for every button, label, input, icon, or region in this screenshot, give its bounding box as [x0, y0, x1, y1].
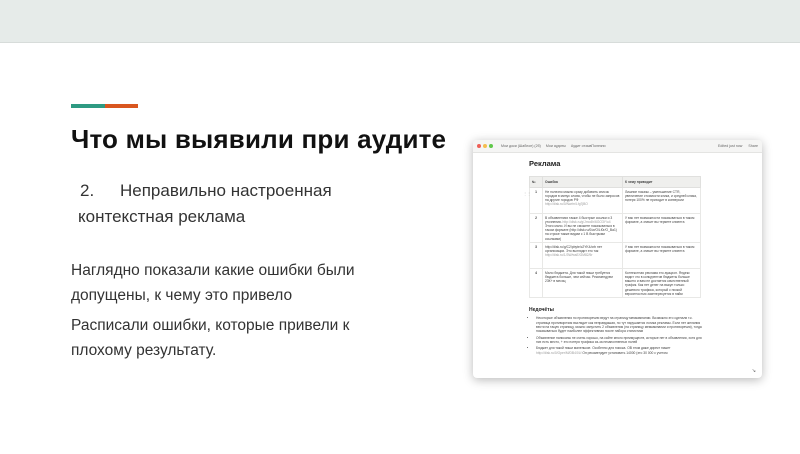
top-band [0, 0, 800, 43]
table-row: 1 Не полезно можно сразу добавить список… [529, 187, 701, 214]
breadcrumb-item: Мои доки (Шаблон) (2б) [501, 144, 541, 148]
list-item: Объявление написаны не очень хорошо, на … [536, 336, 704, 345]
window-titlebar: Мои доки (Шаблон) (2б) Мои аудиты Аудит … [473, 140, 762, 153]
embedded-screenshot: Мои доки (Шаблон) (2б) Мои аудиты Аудит … [473, 140, 762, 378]
document-body: Реклама № Ошибка К чему приводит 1 Не по… [473, 153, 762, 355]
result-cell: У вас нет возможности показываться в так… [622, 242, 701, 270]
accent-orange [105, 104, 138, 108]
accent-green [71, 104, 105, 108]
error-cell: В объявлениях также 4 быстрые ссылки и 3… [542, 212, 623, 244]
col-header: Ошибка [542, 176, 623, 188]
errors-table: № Ошибка К чему приводит 1 Не полезно мо… [529, 176, 701, 299]
result-cell: Контекстная реклама это аукцион. Яндекс … [622, 268, 701, 299]
point-number: 2. [80, 181, 95, 200]
error-cell: http://disk.ru/g/C2/pbyte/c2YK4/orb нет … [542, 242, 623, 270]
table-header-row: № Ошибка К чему приводит [529, 176, 701, 188]
maximize-dot-icon [489, 144, 493, 148]
drag-handle-icon: ⋮⋮ [523, 191, 531, 196]
edited-status: Edited just now [718, 144, 743, 148]
table-row: 4 Мало бюджета. Для такой ниши требуется… [529, 268, 701, 299]
list-item: Бюджет для такой ниши маленькое. Особенн… [536, 346, 704, 355]
shortcomings-heading: Недочёты [529, 307, 554, 314]
paragraph-described-errors: Расписали ошибки, которые привели к плох… [71, 317, 350, 359]
title-accent-line [71, 104, 138, 108]
error-cell: Не полезно можно сразу добавить список г… [542, 187, 623, 214]
breadcrumb-item: Мои аудиты [545, 144, 566, 148]
row-number: 1 [529, 187, 543, 214]
table-row: 3 http://disk.ru/g/C2/pbyte/c2YK4/orb не… [529, 242, 701, 270]
resize-arrow-icon: ↘ [751, 368, 756, 374]
share-button: Share [748, 144, 758, 148]
col-header: К чему приводит [622, 176, 701, 188]
table-row: 2 В объявлениях также 4 быстрые ссылки и… [529, 212, 701, 244]
row-number: 3 [529, 242, 543, 270]
shortcomings-list: Некоторые объявления по противоречию вед… [529, 316, 704, 354]
col-header: № [529, 176, 543, 188]
breadcrumb: Мои доки (Шаблон) (2б) Мои аудиты Аудит … [501, 144, 713, 148]
breadcrumb-item: Аудит отзывПолезни [570, 144, 606, 148]
result-cell: Лишние показы – уменьшение CTR, увеличен… [622, 187, 701, 214]
close-dot-icon [477, 144, 481, 148]
doc-title: Реклама [529, 159, 561, 168]
row-number: 4 [529, 268, 543, 299]
result-cell: У вас нет возможности показываться в так… [622, 212, 701, 244]
paragraph-shown-errors: Наглядно показали какие ошибки были допу… [71, 262, 355, 304]
slide-title: Что мы выявили при аудите [71, 124, 447, 154]
titlebar-actions: Edited just now Share [713, 144, 758, 148]
error-cell: Мало бюджета. Для такой ниши требуется б… [542, 268, 623, 299]
numbered-point: 2. Неправильно настроенная контекстная ре… [78, 178, 408, 230]
row-number: 2 [529, 212, 543, 244]
list-item: Некоторые объявления по противоречию вед… [536, 316, 704, 333]
minimize-dot-icon [483, 144, 487, 148]
